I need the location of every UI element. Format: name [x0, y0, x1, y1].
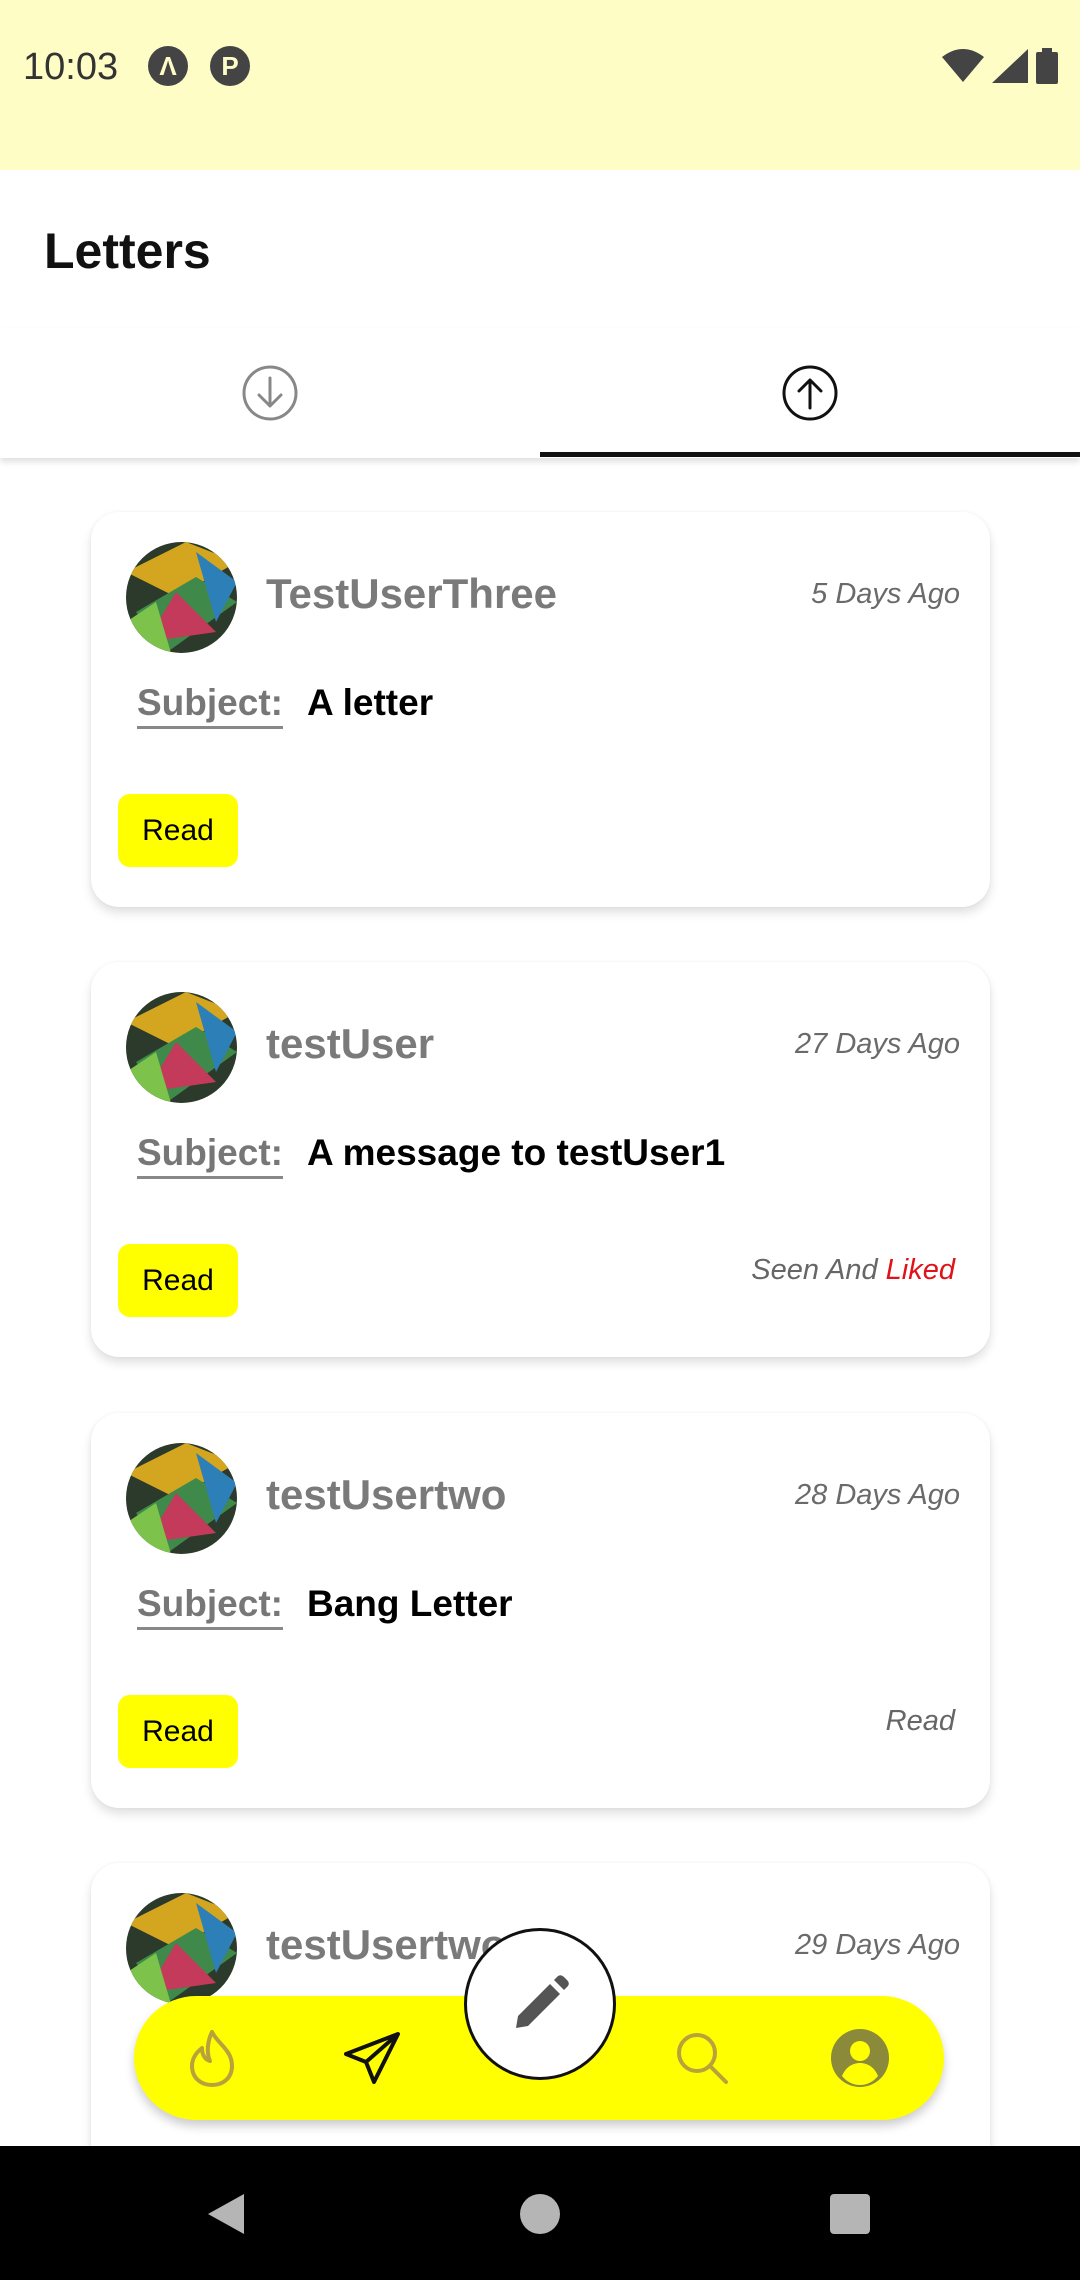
pencil-icon — [516, 1975, 569, 2028]
letter-card[interactable]: testUsertwo 28 Days Ago Subject: Bang Le… — [91, 1413, 990, 1808]
tab-bar — [0, 328, 1080, 458]
subject-label: Subject: — [137, 682, 283, 729]
paper-plane-icon — [344, 2032, 400, 2084]
status-icons — [942, 48, 1058, 84]
read-button[interactable]: Read — [118, 1695, 238, 1768]
avatar[interactable] — [126, 542, 237, 653]
sender-username: testUsertwo — [266, 1471, 507, 1518]
page-title: Letters — [44, 223, 211, 279]
nav-profile[interactable] — [822, 2020, 898, 2096]
sender-username: testUser — [266, 1020, 435, 1067]
subject-label: Subject: — [137, 1583, 283, 1630]
tab-received[interactable] — [0, 328, 540, 458]
app-bar: Letters — [0, 170, 1080, 328]
home-button[interactable] — [500, 2174, 580, 2254]
sender-username: TestUserThree — [266, 570, 558, 617]
nav-letters[interactable] — [334, 2020, 410, 2096]
home-icon — [520, 2194, 560, 2234]
letter-status: Read — [885, 1705, 955, 1737]
nav-search[interactable] — [664, 2020, 740, 2096]
avatar[interactable] — [126, 992, 237, 1103]
battery-icon — [1036, 48, 1058, 84]
status-bar: 10:03 Λ P — [0, 0, 1080, 170]
status-time: 10:03 — [23, 46, 119, 88]
app-p-icon: P — [210, 46, 250, 86]
signal-icon — [992, 49, 1028, 83]
system-nav-bar — [0, 2146, 1080, 2280]
avatar[interactable] — [126, 1443, 237, 1554]
flame-icon — [190, 2030, 234, 2087]
wifi-icon — [942, 49, 984, 82]
subject-text: A letter — [307, 682, 434, 723]
subject-label: Subject: — [137, 1132, 283, 1179]
sender-username: testUsertwo — [266, 1921, 507, 1968]
subject-text: Bang Letter — [307, 1583, 513, 1624]
time-ago: 28 Days Ago — [795, 1479, 960, 1511]
recents-icon — [830, 2194, 870, 2234]
time-ago: 29 Days Ago — [795, 1929, 960, 1961]
compose-button[interactable] — [464, 1928, 616, 2080]
search-icon — [677, 2033, 728, 2084]
time-ago: 5 Days Ago — [811, 578, 960, 610]
status-text: Seen And — [751, 1254, 878, 1286]
read-button[interactable]: Read — [118, 1244, 238, 1317]
account-icon — [831, 2029, 889, 2087]
back-icon — [208, 2194, 244, 2234]
tab-sent[interactable] — [540, 328, 1080, 458]
time-ago: 27 Days Ago — [795, 1028, 960, 1060]
letter-card[interactable]: TestUserThree 5 Days Ago Subject: A lett… — [91, 512, 990, 907]
tab-indicator — [540, 452, 1080, 457]
arrow-up-circle-icon — [782, 365, 838, 421]
back-button[interactable] — [186, 2174, 266, 2254]
letter-card[interactable]: testUser 27 Days Ago Subject: A message … — [91, 962, 990, 1357]
subject-text: A message to testUser1 — [307, 1132, 726, 1173]
letter-status: Seen And Liked — [751, 1254, 955, 1287]
avatar[interactable] — [126, 1893, 237, 2004]
read-button[interactable]: Read — [118, 794, 238, 867]
liked-label: Liked — [885, 1254, 955, 1286]
nav-trending[interactable] — [174, 2020, 250, 2096]
arrow-down-circle-icon — [242, 365, 298, 421]
app-a-icon: Λ — [148, 46, 188, 86]
recents-button[interactable] — [810, 2174, 890, 2254]
